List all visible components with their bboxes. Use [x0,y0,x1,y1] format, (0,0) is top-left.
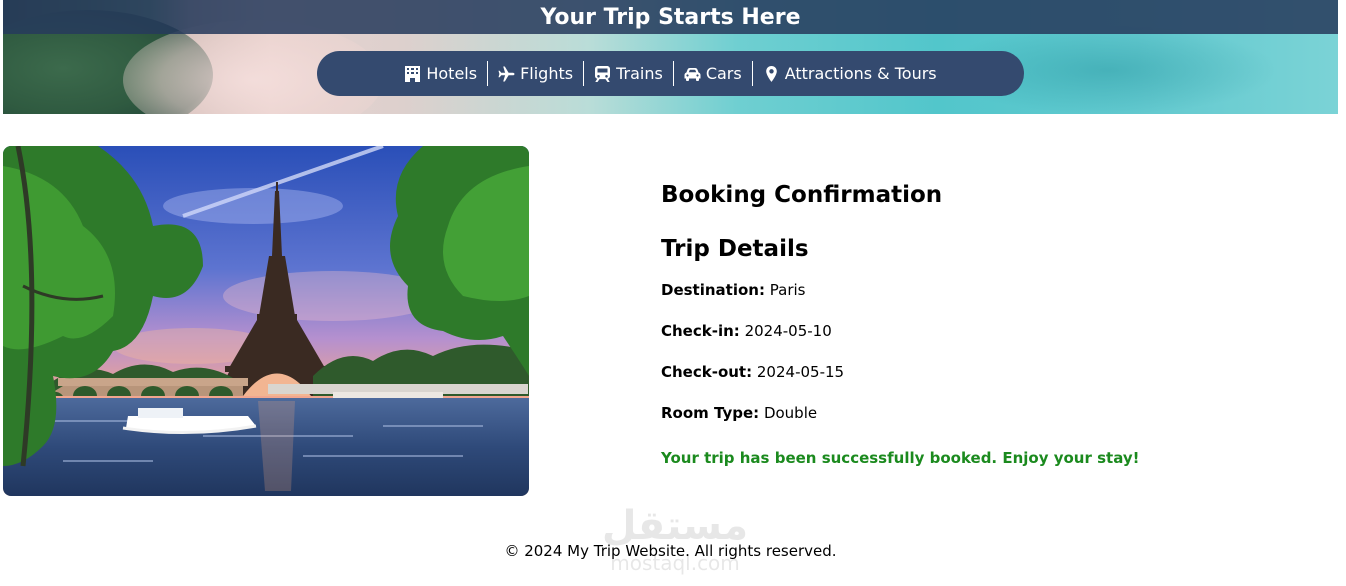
checkin-value: 2024-05-10 [744,322,832,340]
checkout-label: Check-out: [661,363,753,381]
nav-item-label: Trains [616,64,663,83]
nav-item-hotels[interactable]: Hotels [394,61,487,86]
eiffel-tower-illustration [3,146,529,496]
room-type-value: Double [763,404,818,422]
booking-details: Booking Confirmation Trip Details Destin… [661,180,1321,468]
destination-photo [3,146,529,496]
nav-item-trains[interactable]: Trains [584,61,673,86]
footer-copyright: © 2024 My Trip Website. All rights reser… [504,542,837,560]
checkout-value: 2024-05-15 [756,363,845,381]
destination-row: Destination: Paris [661,280,1321,300]
footer: © 2024 My Trip Website. All rights reser… [0,541,1341,561]
nav-item-label: Hotels [426,64,478,83]
nav-item-label: Flights [520,64,574,83]
room-type-row: Room Type: Double [661,403,1321,423]
plane-icon [498,66,515,81]
main-nav: Hotels Flights Trains Cars Attractions &… [317,51,1024,96]
success-message: Your trip has been successfully booked. … [661,449,1140,467]
hotel-icon [405,65,421,82]
nav-item-label: Attractions & Tours [784,64,937,83]
room-type-label: Room Type: [661,404,760,422]
title-bar: Your Trip Starts Here [3,0,1338,34]
train-icon [595,65,611,82]
checkin-row: Check-in: 2024-05-10 [661,321,1321,341]
nav-item-cars[interactable]: Cars [674,61,752,86]
checkin-label: Check-in: [661,322,740,340]
destination-value: Paris [769,281,806,299]
trip-details-heading: Trip Details [661,236,809,262]
map-pin-icon [765,65,777,82]
watermark: مستقل mostaql.com [590,500,760,580]
booking-heading: Booking Confirmation [661,182,943,208]
nav-item-label: Cars [705,64,742,83]
nav-item-attractions-tours[interactable]: Attractions & Tours [753,61,947,86]
destination-label: Destination: [661,281,765,299]
nav-item-flights[interactable]: Flights [488,61,583,86]
page-title: Your Trip Starts Here [540,4,801,30]
checkout-row: Check-out: 2024-05-15 [661,362,1321,382]
car-icon [684,67,701,81]
